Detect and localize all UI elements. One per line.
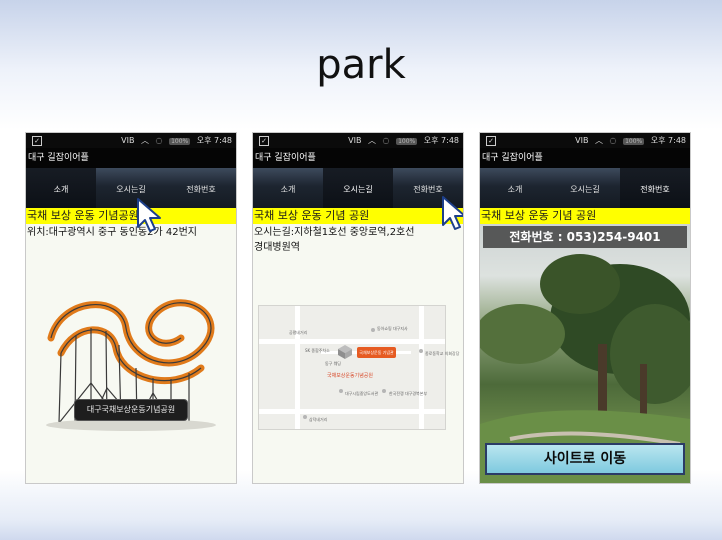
map-label: 공평네거리 xyxy=(289,330,308,335)
notification-check-icon: ✓ xyxy=(259,136,269,146)
notification-check-icon: ✓ xyxy=(32,136,42,146)
park-photo: 전화번호 : 053)254-9401 사이트로 이동 xyxy=(480,224,690,483)
notification-check-icon: ✓ xyxy=(486,136,496,146)
network-label: VIB xyxy=(348,136,362,145)
mouse-pointer-icon xyxy=(442,196,463,230)
directions-line-1: 오시는길:지하철1호선 중앙로역,2호선 xyxy=(254,227,415,238)
park-name-banner: 국채 보상 운동 기념공원 xyxy=(26,208,236,224)
signal-icon: ︿ xyxy=(367,136,376,145)
go-to-website-button[interactable]: 사이트로 이동 xyxy=(485,443,685,475)
network-label: VIB xyxy=(575,136,589,145)
park-name-banner: 국채 보상 운동 기념 공원 xyxy=(253,208,463,224)
park-caption: 대구국채보상운동기념공원 xyxy=(75,400,187,420)
clock: 오후 7:48 xyxy=(423,136,459,145)
park-name-banner: 국채 보상 운동 기념 공원 xyxy=(480,208,690,224)
network-label: VIB xyxy=(121,136,135,145)
tab-intro[interactable]: 소개 xyxy=(26,168,96,208)
signal-icon: ︿ xyxy=(594,136,603,145)
mouse-pointer-icon xyxy=(137,198,161,232)
directions-line-2: 경대병원역 xyxy=(254,242,300,253)
tab-intro[interactable]: 소개 xyxy=(480,168,550,208)
map-label: 종로동학교 의회강당 xyxy=(425,351,460,356)
tab-phone[interactable]: 전화번호 xyxy=(620,168,690,208)
map-label: 동구 웨딩 xyxy=(325,361,341,366)
phone-screenshot-intro: ✓ VIB ︿ ◌ 100% 오후 7:48 대구 길잡이어플 소개 오시는길 … xyxy=(26,133,236,483)
phone-screenshot-directions: ✓ VIB ︿ ◌ 100% 오후 7:48 대구 길잡이어플 소개 오시는길 … xyxy=(253,133,463,483)
tab-bar: 소개 오시는길 전화번호 xyxy=(253,168,463,208)
map-label: 삼덕네거리 xyxy=(309,417,328,422)
sync-icon: ◌ xyxy=(155,136,163,145)
map-label: 동아쇼핑 대구지사 xyxy=(377,326,408,331)
tab-directions[interactable]: 오시는길 xyxy=(323,168,393,208)
sync-icon: ◌ xyxy=(382,136,390,145)
tab-phone[interactable]: 전화번호 xyxy=(166,168,236,208)
map-label: 대구시립중앙도서관 xyxy=(345,391,379,396)
directions-text: 오시는길:지하철1호선 중앙로역,2호선 경대병원역 xyxy=(254,225,462,255)
app-title-bar: 대구 길잡이어플 xyxy=(26,148,236,168)
park-map-label: 국채보상운동기념공원 xyxy=(327,373,374,379)
signal-icon: ︿ xyxy=(140,136,149,145)
battery-icon: 100% xyxy=(396,138,418,145)
battery-icon: 100% xyxy=(169,138,191,145)
tab-bar: 소개 오시는길 전화번호 xyxy=(480,168,690,208)
location-map[interactable]: 공평네거리 SK 종합주차소 동구 웨딩 동아쇼핑 대구지사 종로동학교 의회강… xyxy=(258,305,459,430)
status-bar: ✓ VIB ︿ ◌ 100% 오후 7:48 xyxy=(480,133,690,148)
map-label: 한국전쟁 대구경북본부 xyxy=(389,391,428,396)
phone-screenshot-phone-number: ✓ VIB ︿ ◌ 100% 오후 7:48 대구 길잡이어플 소개 오시는길 … xyxy=(480,133,690,483)
phone-number-display: 전화번호 : 053)254-9401 xyxy=(483,226,687,248)
memorial-hall-badge: 국채보상운동 기념관 xyxy=(357,347,396,358)
app-title-bar: 대구 길잡이어플 xyxy=(253,148,463,168)
clock: 오후 7:48 xyxy=(196,136,232,145)
status-bar: ✓ VIB ︿ ◌ 100% 오후 7:48 xyxy=(253,133,463,148)
clock: 오후 7:48 xyxy=(650,136,686,145)
tab-intro[interactable]: 소개 xyxy=(253,168,323,208)
slide-title: park xyxy=(316,42,406,88)
tab-bar: 소개 오시는길 전화번호 xyxy=(26,168,236,208)
battery-icon: 100% xyxy=(623,138,645,145)
tab-directions[interactable]: 오시는길 xyxy=(550,168,620,208)
sync-icon: ◌ xyxy=(609,136,617,145)
location-text: 위치:대구광역시 중구 동인동2가 42번지 xyxy=(27,227,197,238)
app-title-bar: 대구 길잡이어플 xyxy=(480,148,690,168)
status-bar: ✓ VIB ︿ ◌ 100% 오후 7:48 xyxy=(26,133,236,148)
building-marker-icon xyxy=(338,345,352,359)
map-label: SK 종합주차소 xyxy=(305,348,330,353)
